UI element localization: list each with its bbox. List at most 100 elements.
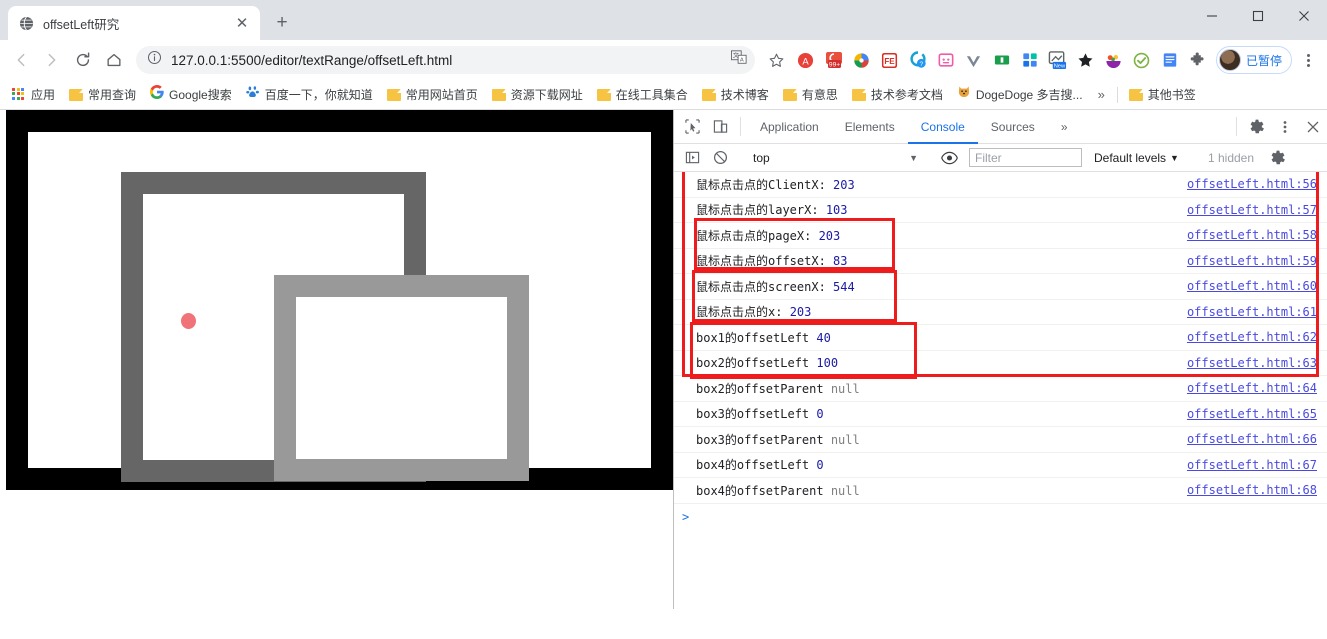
forward-arrow-icon[interactable] [37,45,67,75]
log-row[interactable]: box1的offsetLeft 40 offsetLeft.html:62 [674,325,1327,351]
clear-console-icon[interactable] [706,150,734,165]
tab-console[interactable]: Console [907,110,978,144]
console-filter-input[interactable]: Filter [969,148,1082,167]
log-row[interactable]: 鼠标点击点的pageX: 203 offsetLeft.html:58 [674,223,1327,249]
bookmark-dogedoge[interactable]: DogeDoge 多吉搜... [951,82,1089,107]
bookmark-apps[interactable]: 应用 [6,83,61,106]
log-source-link[interactable]: offsetLeft.html:66 [1187,432,1317,446]
puzzle-extension-icon[interactable] [1185,47,1211,73]
log-source-link[interactable]: offsetLeft.html:59 [1187,254,1317,268]
fruit-extension-icon[interactable] [1101,47,1127,73]
blocks-extension-icon[interactable] [1017,47,1043,73]
bookmark-label: 技术参考文档 [870,88,943,102]
log-row[interactable]: 鼠标点击点的layerX: 103 offsetLeft.html:57 [674,198,1327,223]
bookmark-label: 技术博客 [720,88,769,102]
globe-icon [18,15,34,31]
box2-dark-gray[interactable] [121,172,529,482]
log-row[interactable]: box4的offsetParent null offsetLeft.html:6… [674,478,1327,504]
log-source-link[interactable]: offsetLeft.html:58 [1187,228,1317,242]
log-source-link[interactable]: offsetLeft.html:67 [1187,458,1317,472]
close-icon[interactable] [1299,110,1327,143]
address-bar[interactable]: 127.0.0.1:5500/editor/textRange/offsetLe… [136,46,755,74]
bookmark-zaixiangongju[interactable]: 在线工具集合 [591,83,694,106]
fe-extension-icon[interactable]: FE [877,47,903,73]
log-source-link[interactable]: offsetLeft.html:56 [1187,177,1317,191]
folder-icon [701,88,716,101]
device-toggle-icon[interactable] [706,110,734,143]
log-source-link[interactable]: offsetLeft.html:68 [1187,483,1317,497]
bookmark-jishucankao[interactable]: 技术参考文档 [846,83,949,106]
bookmark-youyisi[interactable]: 有意思 [777,83,844,106]
browser-window: offsetLeft研究 ✕ + 127.0.0.1:5500/editor/t… [0,0,1327,639]
browser-menu-button[interactable] [1295,47,1321,73]
new-tab-button[interactable]: + [268,9,296,37]
box3-mid-gray[interactable] [274,275,529,481]
log-source-link[interactable]: offsetLeft.html:61 [1187,305,1317,319]
tab-sources[interactable]: Sources [978,110,1048,143]
counter-extension-icon[interactable]: 99+ [821,47,847,73]
info-circle-icon[interactable] [147,50,162,70]
log-source-link[interactable]: offsetLeft.html:60 [1187,279,1317,293]
log-row[interactable]: box2的offsetParent null offsetLeft.html:6… [674,376,1327,402]
star-extension-icon[interactable] [1073,47,1099,73]
log-row[interactable]: box3的offsetParent null offsetLeft.html:6… [674,427,1327,453]
green-extension-icon[interactable] [989,47,1015,73]
vue-extension-icon[interactable] [961,47,987,73]
bookmarks-bar: 应用 常用查询 Google搜索 百度一下，你就知道 常用网站首页 资源下载网址… [0,80,1327,110]
bookmark-google-search[interactable]: Google搜索 [144,82,238,107]
log-source-link[interactable]: offsetLeft.html:57 [1187,203,1317,217]
console-prompt[interactable]: > [674,504,1327,530]
gear-icon[interactable] [1243,110,1271,143]
box1-black-frame[interactable] [6,110,673,490]
bookmark-changyongchaxun[interactable]: 常用查询 [63,83,142,106]
reload-icon[interactable] [68,45,98,75]
home-icon[interactable] [99,45,129,75]
check-extension-icon[interactable] [1129,47,1155,73]
bookmark-ziyuanxiazai[interactable]: 资源下载网址 [486,83,589,106]
bookmark-label: 常用网站首页 [405,88,478,102]
close-icon[interactable]: ✕ [234,15,250,31]
adblock-extension-icon[interactable]: A [793,47,819,73]
browser-tab[interactable]: offsetLeft研究 ✕ [8,6,260,40]
maximize-button[interactable] [1235,0,1281,32]
eye-icon[interactable] [935,151,963,165]
colorpicker-extension-icon[interactable] [849,47,875,73]
tab-application[interactable]: Application [747,110,832,143]
console-sidebar-icon[interactable] [678,150,706,165]
star-outline-icon[interactable] [762,45,792,75]
cursor-inspect-icon[interactable] [678,110,706,143]
log-row[interactable]: box3的offsetLeft 0 offsetLeft.html:65 [674,402,1327,427]
console-log-list[interactable]: 鼠标点击点的ClientX: 203 offsetLeft.html:56 鼠标… [674,172,1327,609]
pink-extension-icon[interactable] [933,47,959,73]
minimize-button[interactable] [1189,0,1235,32]
note-extension-icon[interactable] [1157,47,1183,73]
gear-icon[interactable] [1264,150,1292,166]
back-arrow-icon[interactable] [6,45,36,75]
log-source-link[interactable]: offsetLeft.html:64 [1187,381,1317,395]
bookmarks-overflow-button[interactable]: » [1091,84,1112,105]
log-row[interactable]: 鼠标点击点的x: 203 offsetLeft.html:61 [674,300,1327,325]
question-extension-icon[interactable]: ? [905,47,931,73]
log-levels-selector[interactable]: Default levels ▼ [1088,151,1185,165]
profile-chip[interactable]: 已暂停 [1215,46,1292,74]
log-row[interactable]: 鼠标点击点的ClientX: 203 offsetLeft.html:56 [674,172,1327,198]
log-source-link[interactable]: offsetLeft.html:62 [1187,330,1317,344]
log-source-link[interactable]: offsetLeft.html:65 [1187,407,1317,421]
log-row[interactable]: 鼠标点击点的screenX: 544 offsetLeft.html:60 [674,274,1327,300]
tab-elements[interactable]: Elements [832,110,908,143]
log-source-link[interactable]: offsetLeft.html:63 [1187,356,1317,370]
new-extension-icon[interactable]: New [1045,47,1071,73]
log-row[interactable]: box4的offsetLeft 0 offsetLeft.html:67 [674,453,1327,478]
devtools-menu-button[interactable] [1271,110,1299,143]
bookmark-baidu[interactable]: 百度一下，你就知道 [240,82,379,107]
translate-icon[interactable]: 文 A [730,50,747,70]
close-button[interactable] [1281,0,1327,32]
tabs-overflow-button[interactable]: » [1048,110,1081,143]
log-row[interactable]: 鼠标点击点的offsetX: 83 offsetLeft.html:59 [674,249,1327,274]
bookmark-jishuboke[interactable]: 技术博客 [696,83,775,106]
bookmark-changyongwangzhan[interactable]: 常用网站首页 [381,83,484,106]
bookmark-other[interactable]: 其他书签 [1123,83,1202,106]
context-selector[interactable]: top ▼ [747,151,922,165]
log-row[interactable]: box2的offsetLeft 100 offsetLeft.html:63 [674,351,1327,376]
